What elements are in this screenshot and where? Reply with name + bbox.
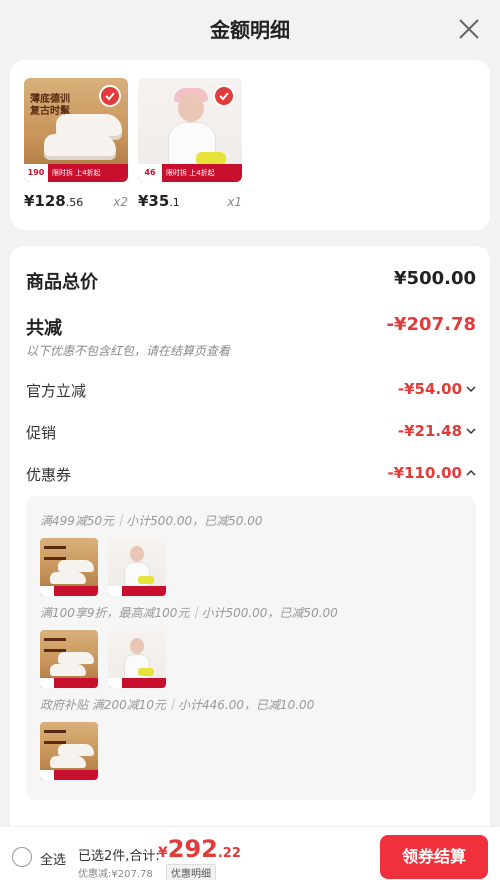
product-item[interactable]: 46 限时拆 上4折起 ¥35.1 x1 xyxy=(138,78,242,218)
head-shape xyxy=(178,94,204,122)
saved-amount: 优惠减:¥207.78 xyxy=(78,869,153,880)
promo-bar: 46 限时拆 上4折起 xyxy=(138,164,242,182)
close-icon[interactable] xyxy=(456,16,482,42)
coupon-product-thumb xyxy=(40,722,98,780)
reduce-note: 以下优惠不包含红包，请在结算页查看 xyxy=(26,344,231,358)
promo-bar: 190 限时拆 上4折起 xyxy=(24,164,128,182)
total-price-label: 商品总价 xyxy=(26,272,98,293)
promotion-row[interactable]: 促销 -¥21.48 xyxy=(26,422,476,444)
product-image-sweater[interactable]: 46 限时拆 上4折起 xyxy=(138,78,242,182)
promotion-amount: -¥21.48 xyxy=(397,422,462,440)
checkout-total: ¥292.22 xyxy=(158,835,241,863)
price-row: ¥128.56 x2 xyxy=(24,188,128,218)
product-image-shoe[interactable]: 薄底德训复古时髦 190 限时拆 上4折起 xyxy=(24,78,128,182)
checkout-bar: 全选 已选2件,合计: ¥292.22 优惠减:¥207.78 优惠明细 领券结… xyxy=(0,826,500,880)
header: 金额明细 xyxy=(0,0,500,60)
promo-text: 限时拆 上4折起 xyxy=(52,169,101,177)
select-all-label[interactable]: 全选 xyxy=(40,849,66,868)
discount-detail-button[interactable]: 优惠明细 xyxy=(166,864,216,880)
coupon-item: 满100享9折，最高减100元｜小计500.00，已减50.00 xyxy=(40,606,338,620)
product-price: ¥128.56 xyxy=(24,192,84,210)
coupon-detail-panel: 满499减50元｜小计500.00，已减50.00 满100享9折，最高减100… xyxy=(26,496,476,800)
checkout-button[interactable]: 领券结算 xyxy=(380,835,488,879)
shoe-shape xyxy=(44,134,116,156)
total-reduce-label: 共减 xyxy=(26,318,62,339)
selected-count: 已选2件,合计: xyxy=(78,849,160,864)
promotion-label: 促销 xyxy=(26,424,57,442)
coupon-product-thumb xyxy=(40,630,98,688)
product-card: 薄底德训复古时髦 190 限时拆 上4折起 ¥128.56 x2 46 限时拆 … xyxy=(10,60,490,230)
amount-detail-card: 商品总价 ¥500.00 共减 -¥207.78 以下优惠不包含红包，请在结算页… xyxy=(10,246,490,880)
coupon-label: 优惠券 xyxy=(26,466,72,484)
product-qty: x2 xyxy=(113,195,128,209)
coupon-product-thumb xyxy=(108,538,166,596)
select-all-radio[interactable] xyxy=(12,847,32,867)
checked-icon[interactable] xyxy=(99,85,121,107)
chevron-down-icon[interactable] xyxy=(466,384,476,394)
official-discount-label: 官方立减 xyxy=(26,382,87,400)
official-discount-row[interactable]: 官方立减 -¥54.00 xyxy=(26,380,476,402)
total-reduce-amount: -¥207.78 xyxy=(386,314,476,335)
total-price-row: 商品总价 ¥500.00 xyxy=(26,268,476,293)
product-price: ¥35.1 xyxy=(138,192,180,210)
coupon-row[interactable]: 优惠券 -¥110.00 xyxy=(26,464,476,486)
product-qty: x1 xyxy=(227,195,242,209)
coupon-item: 满499减50元｜小计500.00，已减50.00 xyxy=(40,514,263,528)
promo-price-tag: 46 xyxy=(138,164,162,182)
promo-price-tag: 190 xyxy=(24,164,48,182)
shoe-shape xyxy=(56,114,122,136)
coupon-item: 政府补贴 满200减10元｜小计446.00，已减10.00 xyxy=(40,698,315,712)
checked-icon[interactable] xyxy=(213,85,235,107)
coupon-amount: -¥110.00 xyxy=(387,464,462,482)
page-title: 金额明细 xyxy=(210,18,290,42)
total-reduce-row: 共减 -¥207.78 xyxy=(26,314,476,339)
promo-text: 限时拆 上4折起 xyxy=(166,169,215,177)
coupon-product-thumb xyxy=(108,630,166,688)
product-item[interactable]: 薄底德训复古时髦 190 限时拆 上4折起 ¥128.56 x2 xyxy=(24,78,128,218)
chevron-up-icon[interactable] xyxy=(466,468,476,478)
coupon-product-thumb xyxy=(40,538,98,596)
total-price-amount: ¥500.00 xyxy=(394,268,476,289)
chevron-down-icon[interactable] xyxy=(466,426,476,436)
price-row: ¥35.1 x1 xyxy=(138,188,242,218)
official-discount-amount: -¥54.00 xyxy=(397,380,462,398)
